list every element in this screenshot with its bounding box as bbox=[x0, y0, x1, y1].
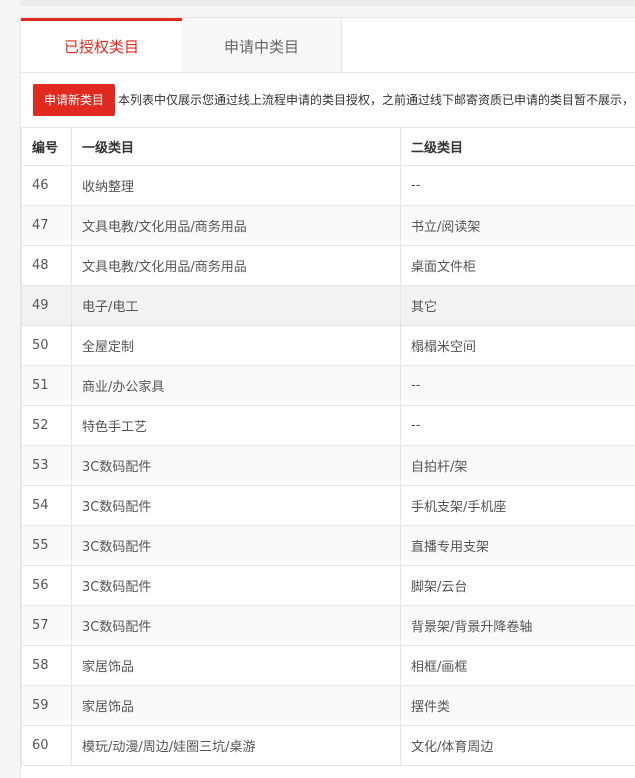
cell-level1: 家居饰品 bbox=[72, 686, 401, 726]
header-level1: 一级类目 bbox=[72, 128, 401, 166]
category-table: 编号 一级类目 二级类目 46收纳整理--47文具电教/文化用品/商务用品书立/… bbox=[21, 127, 635, 766]
cell-level2: 摆件类 bbox=[401, 686, 635, 726]
apply-category-button[interactable]: 申请新类目 bbox=[33, 84, 115, 116]
cell-level1: 特色手工艺 bbox=[72, 406, 401, 446]
cell-level2: 相框/画框 bbox=[401, 646, 635, 686]
cell-id: 60 bbox=[22, 726, 72, 766]
cell-level1: 电子/电工 bbox=[72, 286, 401, 326]
cell-level2: -- bbox=[401, 166, 635, 206]
cell-level1: 3C数码配件 bbox=[72, 446, 401, 486]
table-row: 52特色手工艺-- bbox=[22, 406, 635, 446]
notice-bar: 申请新类目 本列表中仅展示您通过线上流程申请的类目授权，之前通过线下邮寄资质已申… bbox=[21, 73, 635, 127]
table-row: 573C数码配件背景架/背景升降卷轴 bbox=[22, 606, 635, 646]
cell-id: 48 bbox=[22, 246, 72, 286]
top-strip bbox=[20, 0, 635, 6]
table-row: 50全屋定制榻榻米空间 bbox=[22, 326, 635, 366]
header-level2: 二级类目 bbox=[401, 128, 635, 166]
cell-id: 51 bbox=[22, 366, 72, 406]
cell-level2: 直播专用支架 bbox=[401, 526, 635, 566]
table-row: 533C数码配件自拍杆/架 bbox=[22, 446, 635, 486]
cell-level2: 手机支架/手机座 bbox=[401, 486, 635, 526]
cell-id: 49 bbox=[22, 286, 72, 326]
table-row: 46收纳整理-- bbox=[22, 166, 635, 206]
cell-level1: 文具电教/文化用品/商务用品 bbox=[72, 206, 401, 246]
cell-level1: 3C数码配件 bbox=[72, 606, 401, 646]
cell-level2: 背景架/背景升降卷轴 bbox=[401, 606, 635, 646]
cell-level1: 3C数码配件 bbox=[72, 486, 401, 526]
cell-id: 59 bbox=[22, 686, 72, 726]
cell-id: 53 bbox=[22, 446, 72, 486]
cell-id: 50 bbox=[22, 326, 72, 366]
cell-level2: 其它 bbox=[401, 286, 635, 326]
cell-level1: 全屋定制 bbox=[72, 326, 401, 366]
table-row: 48文具电教/文化用品/商务用品桌面文件柜 bbox=[22, 246, 635, 286]
cell-level2: 榻榻米空间 bbox=[401, 326, 635, 366]
header-id: 编号 bbox=[22, 128, 72, 166]
cell-level2: -- bbox=[401, 406, 635, 446]
cell-id: 54 bbox=[22, 486, 72, 526]
cell-level2: 文化/体育周边 bbox=[401, 726, 635, 766]
cell-id: 57 bbox=[22, 606, 72, 646]
table-row: 59家居饰品摆件类 bbox=[22, 686, 635, 726]
table-row: 49电子/电工其它 bbox=[22, 286, 635, 326]
cell-id: 46 bbox=[22, 166, 72, 206]
table-row: 563C数码配件脚架/云台 bbox=[22, 566, 635, 606]
cell-level1: 文具电教/文化用品/商务用品 bbox=[72, 246, 401, 286]
tab-bar: 已授权类目 申请中类目 bbox=[21, 18, 635, 73]
cell-level1: 商业/办公家具 bbox=[72, 366, 401, 406]
notice-text: 本列表中仅展示您通过线上流程申请的类目授权，之前通过线下邮寄资质已申请的类目暂不… bbox=[118, 73, 635, 127]
cell-level1: 收纳整理 bbox=[72, 166, 401, 206]
table-row: 47文具电教/文化用品/商务用品书立/阅读架 bbox=[22, 206, 635, 246]
cell-level2: 书立/阅读架 bbox=[401, 206, 635, 246]
table-row: 51商业/办公家具-- bbox=[22, 366, 635, 406]
cell-level1: 3C数码配件 bbox=[72, 526, 401, 566]
cell-id: 58 bbox=[22, 646, 72, 686]
table-header-row: 编号 一级类目 二级类目 bbox=[22, 128, 635, 166]
table-row: 553C数码配件直播专用支架 bbox=[22, 526, 635, 566]
table-row: 543C数码配件手机支架/手机座 bbox=[22, 486, 635, 526]
tab-pending[interactable]: 申请中类目 bbox=[182, 18, 342, 72]
cell-level1: 3C数码配件 bbox=[72, 566, 401, 606]
cell-id: 55 bbox=[22, 526, 72, 566]
cell-level2: 脚架/云台 bbox=[401, 566, 635, 606]
cell-level2: 自拍杆/架 bbox=[401, 446, 635, 486]
table-row: 58家居饰品相框/画框 bbox=[22, 646, 635, 686]
table-row: 60模玩/动漫/周边/娃圈三坑/桌游文化/体育周边 bbox=[22, 726, 635, 766]
cell-id: 56 bbox=[22, 566, 72, 606]
cell-level2: 桌面文件柜 bbox=[401, 246, 635, 286]
cell-level1: 模玩/动漫/周边/娃圈三坑/桌游 bbox=[72, 726, 401, 766]
tab-authorized[interactable]: 已授权类目 bbox=[21, 18, 182, 72]
cell-id: 47 bbox=[22, 206, 72, 246]
category-panel: 已授权类目 申请中类目 申请新类目 本列表中仅展示您通过线上流程申请的类目授权，… bbox=[20, 17, 635, 778]
cell-level1: 家居饰品 bbox=[72, 646, 401, 686]
cell-id: 52 bbox=[22, 406, 72, 446]
cell-level2: -- bbox=[401, 366, 635, 406]
